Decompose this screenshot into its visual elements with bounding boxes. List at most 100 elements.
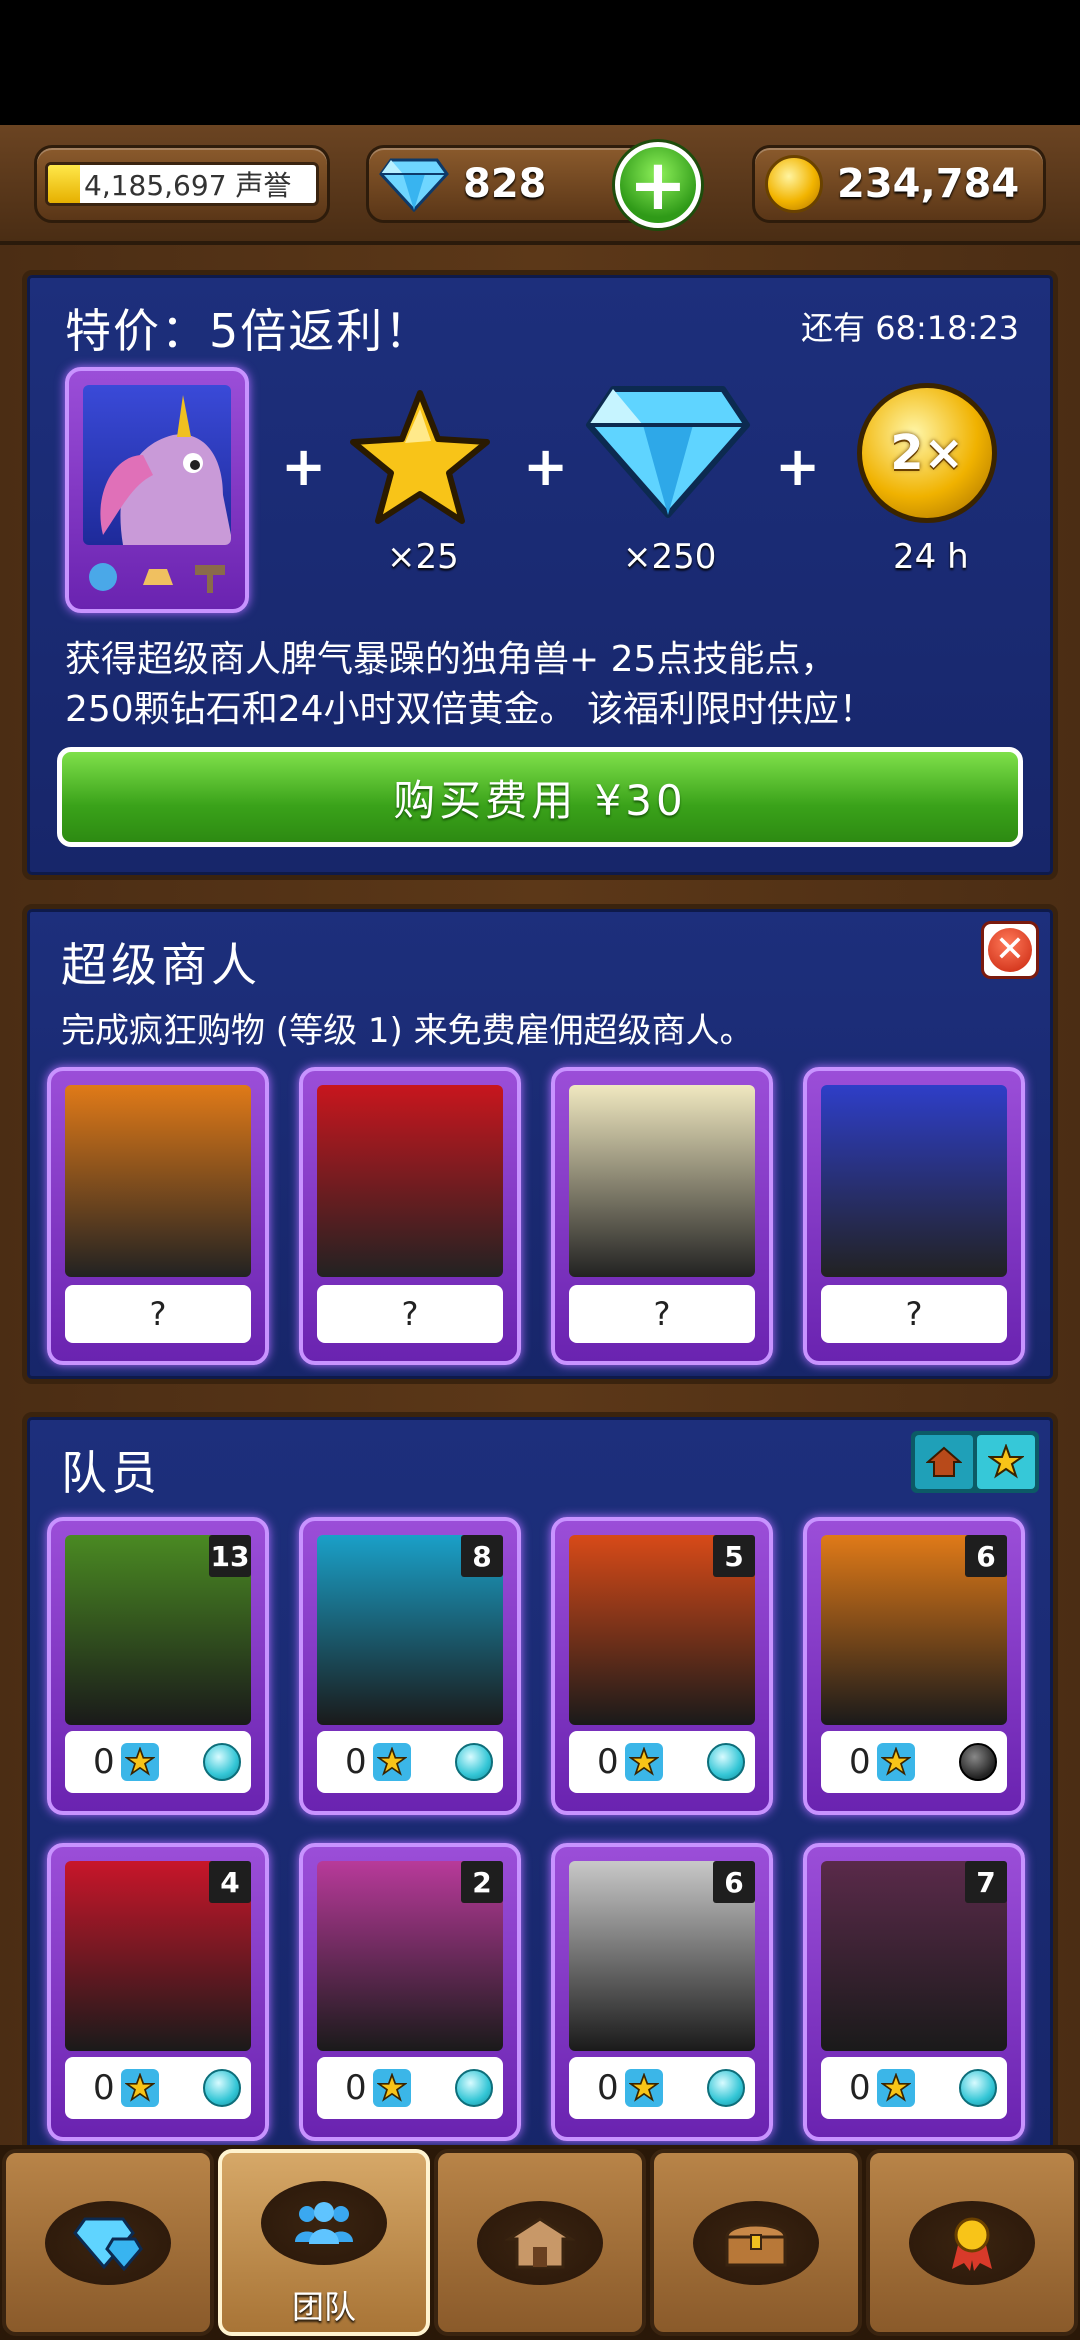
gold-value: 234,784 [837, 161, 1020, 207]
merchant-locked-label: ? [317, 1285, 503, 1343]
offer-title: 特价：5倍返利！ [65, 304, 433, 358]
merchant-portrait [65, 1085, 251, 1277]
team-member-card[interactable]: 13 0 [47, 1517, 269, 1815]
member-star-count: 0 [597, 2068, 619, 2108]
merchant-card[interactable]: ? [551, 1067, 773, 1365]
shop-icon [505, 2216, 575, 2268]
member-star-count: 0 [93, 1742, 115, 1782]
merchant-locked-label: ? [65, 1285, 251, 1343]
skill-orb-icon [454, 1743, 493, 1781]
medal-icon [952, 2217, 992, 2271]
merchant-portrait [317, 1085, 503, 1277]
team-title: 队员 [61, 1446, 161, 1500]
team-member-card[interactable]: 60 [551, 1843, 773, 2141]
team-member-card[interactable]: 40 [47, 1843, 269, 2141]
team-member-card[interactable]: 50 [551, 1517, 773, 1815]
skill-orb-icon [202, 2069, 241, 2107]
merchant-card[interactable]: ? [47, 1067, 269, 1365]
stars-amount: ×25 [387, 537, 459, 577]
member-level-badge: 5 [713, 1535, 755, 1577]
merchant-locked-label: ? [569, 1285, 755, 1343]
close-merchant-button[interactable]: ✕ [981, 921, 1039, 979]
skill-orb-icon [706, 1743, 745, 1781]
merchant-portrait [569, 1085, 755, 1277]
member-level-badge: 4 [209, 1861, 251, 1903]
merchant-card[interactable]: ? [803, 1067, 1025, 1365]
member-star-count: 0 [597, 1742, 619, 1782]
double-badge-text: 2× [890, 425, 964, 481]
team-sort-toggle [911, 1431, 1039, 1493]
team-member-card[interactable]: 60 [803, 1517, 1025, 1815]
member-stats: 0 [821, 1731, 1007, 1793]
star-icon [876, 2069, 915, 2107]
member-star-count: 0 [345, 1742, 367, 1782]
star-icon [372, 1743, 411, 1781]
member-level-badge: 6 [965, 1535, 1007, 1577]
team-icon [295, 2201, 353, 2244]
team-panel: 队员 13 0 8 0 5 0 6 0 4 0 2 0 6 0 7 0 [22, 1412, 1058, 2172]
member-star-count: 0 [849, 1742, 871, 1782]
offer-description-line2: 250颗钻石和24小时双倍黄金。 该福利限时供应！ [65, 689, 875, 730]
member-level-badge: 8 [461, 1535, 503, 1577]
gems-icon [73, 2217, 143, 2271]
team-member-card[interactable]: 20 [299, 1843, 521, 2141]
nav-tab-team[interactable]: 团队 [218, 2149, 430, 2336]
team-member-card[interactable]: 70 [803, 1843, 1025, 2141]
member-stats: 0 [65, 1731, 251, 1793]
plus-icon: + [628, 144, 688, 226]
reputation-counter: 4,185,697 声誉 [34, 145, 330, 223]
reputation-bar [48, 165, 80, 203]
offer-description-line1: 获得超级商人脾气暴躁的独角兽+ 25点技能点， [65, 639, 837, 680]
member-star-count: 0 [93, 2068, 115, 2108]
close-icon: ✕ [988, 928, 1032, 972]
skill-orb-icon [706, 2069, 745, 2107]
merchant-portrait [821, 1085, 1007, 1277]
gems-counter: 828 + [366, 142, 701, 228]
star-icon [988, 1444, 1024, 1479]
nav-tab-shop[interactable] [434, 2149, 646, 2336]
buy-offer-button[interactable]: 购买费用 ¥30 [57, 747, 1023, 847]
nav-tab-chest[interactable] [650, 2149, 862, 2336]
reputation-value: 4,185,697 声誉 [84, 169, 292, 202]
gem-icon [379, 158, 449, 212]
offer-unicorn-card[interactable] [65, 367, 249, 613]
star-icon [624, 1743, 663, 1781]
bottom-navigation: 团队 [0, 2145, 1080, 2340]
house-icon [926, 1446, 962, 1477]
member-level-badge: 7 [965, 1861, 1007, 1903]
super-merchant-panel: 超级商人 ✕ 完成疯狂购物 (等级 1) 来免费雇佣超级商人。 ???? [22, 904, 1058, 1384]
status-bar [0, 0, 1080, 125]
sort-by-star-button[interactable] [977, 1435, 1035, 1489]
star-icon [876, 1743, 915, 1781]
sort-by-shop-button[interactable] [915, 1435, 973, 1489]
nav-tab-achievements[interactable] [866, 2149, 1078, 2336]
star-icon [120, 1743, 159, 1781]
gems-value: 828 [463, 161, 547, 207]
buy-gems-button[interactable]: + [615, 142, 701, 228]
skill-orb-icon [202, 1743, 241, 1781]
unicorn-portrait [83, 385, 231, 545]
member-level-badge: 6 [713, 1861, 755, 1903]
skill-orb-icon [958, 1743, 997, 1781]
merchant-description: 完成疯狂购物 (等级 1) 来免费雇佣超级商人。 [61, 1011, 754, 1051]
star-icon [624, 2069, 663, 2107]
member-stats: 0 [317, 2057, 503, 2119]
plus-separator-3: + [775, 435, 821, 498]
plus-separator-2: + [523, 435, 569, 498]
merchant-title: 超级商人 [61, 938, 261, 992]
special-offer-panel: 特价：5倍返利！ 还有 68:18:23 + ×25 + ×250 + 2× 2… [22, 270, 1058, 880]
double-gold-icon: 2× [857, 383, 997, 523]
diamond-icon [586, 386, 750, 518]
offer-description: 获得超级商人脾气暴躁的独角兽+ 25点技能点， 250颗钻石和24小时双倍黄金。… [65, 635, 1035, 735]
merchant-card[interactable]: ? [299, 1067, 521, 1365]
skill-orb-icon [454, 2069, 493, 2107]
member-stats: 0 [65, 2057, 251, 2119]
team-member-card[interactable]: 80 [299, 1517, 521, 1815]
resource-bar: 4,185,697 声誉 828 + 234,784 [0, 125, 1080, 245]
nav-tab-gems[interactable] [2, 2149, 214, 2336]
double-duration: 24 h [893, 537, 969, 577]
member-star-count: 0 [849, 2068, 871, 2108]
star-icon [120, 2069, 159, 2107]
skill-star-icon [350, 390, 490, 524]
skill-orb-icon [958, 2069, 997, 2107]
